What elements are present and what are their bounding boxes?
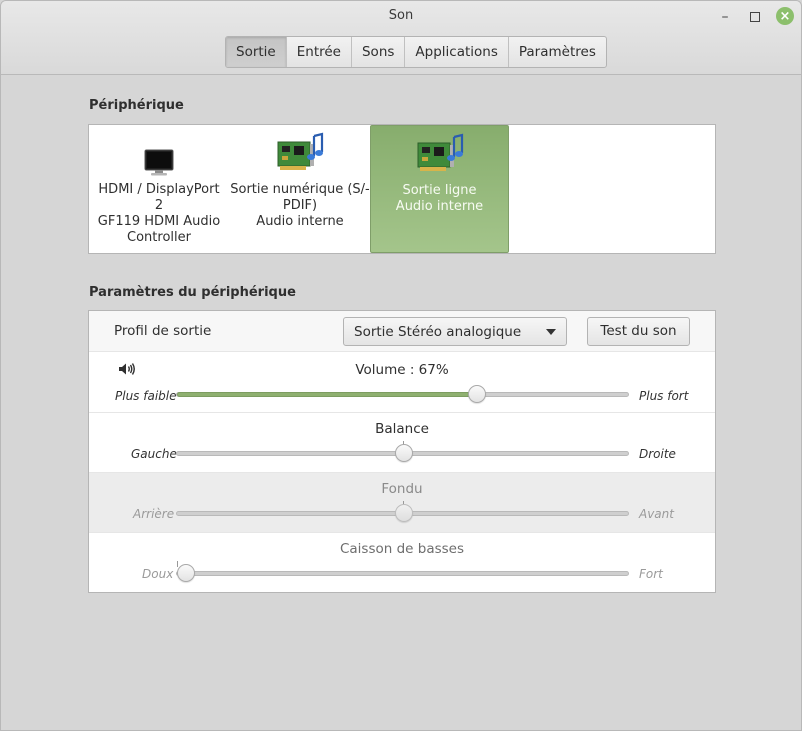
subwoofer-row: Caisson de basses Doux Fort (89, 533, 715, 592)
fade-row: Fondu Arrière Avant (89, 473, 715, 533)
close-icon: × (779, 8, 791, 24)
profile-dropdown[interactable]: Sortie Stéréo analogique (343, 317, 567, 346)
maximize-button[interactable] (744, 7, 766, 27)
fade-slider (176, 501, 629, 522)
titlebar: Son – × Sortie Entrée Sons Applications … (1, 1, 801, 75)
device-line: HDMI / DisplayPort (98, 182, 220, 197)
sound-settings-window: Son – × Sortie Entrée Sons Applications … (0, 0, 802, 731)
volume-min-label: Plus faible (115, 389, 177, 403)
volume-max-label: Plus fort (639, 389, 689, 403)
subwoofer-left-label: Doux (142, 567, 174, 581)
profile-dropdown-value: Sortie Stéréo analogique (354, 324, 522, 340)
device-line: 2 (154, 198, 164, 213)
balance-slider[interactable] (176, 441, 629, 462)
tab-parametres[interactable]: Paramètres (509, 37, 606, 67)
subwoofer-label: Caisson de basses (339, 541, 465, 557)
chevron-down-icon (546, 329, 556, 335)
minimize-icon: – (721, 9, 729, 25)
test-sound-button[interactable]: Test du son (587, 317, 690, 346)
volume-row: Volume : 67% Plus faible Plus fort (89, 352, 715, 413)
window-title: Son (388, 8, 414, 23)
balance-left-label: Gauche (131, 447, 177, 461)
subwoofer-right-label: Fort (639, 567, 663, 581)
close-button[interactable]: × (776, 7, 794, 25)
device-settings-title: Paramètres du périphérique (89, 285, 296, 300)
device-line: Audio interne (395, 199, 484, 214)
tab-applications[interactable]: Applications (405, 37, 509, 67)
device-line: Audio interne (256, 214, 344, 229)
tab-entree[interactable]: Entrée (287, 37, 352, 67)
balance-slider-handle[interactable] (394, 444, 413, 462)
device-spdif[interactable]: Sortie numérique (S/- PDIF) Audio intern… (230, 125, 370, 253)
tab-bar: Sortie Entrée Sons Applications Paramètr… (225, 36, 607, 68)
subwoofer-slider-handle (177, 564, 195, 582)
fade-left-label: Arrière (133, 507, 175, 521)
device-line-out[interactable]: Sortie ligne Audio interne (370, 125, 509, 253)
sound-card-icon (276, 132, 324, 182)
device-list: HDMI / DisplayPort 2 GF119 HDMI Audio Co… (88, 124, 716, 254)
sound-card-icon (416, 133, 464, 183)
balance-row: Balance Gauche Droite (89, 413, 715, 473)
profile-row: Profil de sortie Sortie Stéréo analogiqu… (89, 311, 715, 352)
volume-slider[interactable] (176, 385, 629, 403)
volume-label: Volume : 67% (355, 362, 449, 378)
balance-label: Balance (375, 421, 429, 437)
monitor-icon (143, 148, 175, 182)
volume-slider-handle[interactable] (468, 385, 487, 403)
device-line: Sortie ligne (402, 183, 477, 198)
device-line: Controller (127, 230, 191, 245)
device-line: PDIF) (282, 198, 318, 213)
tab-sons[interactable]: Sons (352, 37, 406, 67)
maximize-icon (750, 12, 760, 22)
minimize-button[interactable]: – (714, 7, 736, 27)
device-hdmi[interactable]: HDMI / DisplayPort 2 GF119 HDMI Audio Co… (90, 125, 228, 253)
device-settings-panel: Profil de sortie Sortie Stéréo analogiqu… (88, 310, 716, 593)
device-line: Sortie numérique (S/- (230, 182, 370, 197)
volume-fill (177, 392, 478, 397)
balance-right-label: Droite (639, 447, 676, 461)
start-mark (177, 561, 178, 567)
fade-slider-handle (394, 504, 413, 522)
fade-label: Fondu (381, 481, 423, 497)
profile-label: Profil de sortie (114, 323, 212, 339)
fade-right-label: Avant (639, 507, 674, 521)
subwoofer-slider (176, 561, 629, 582)
device-line: GF119 HDMI Audio (97, 214, 221, 229)
device-section-title: Périphérique (89, 98, 184, 113)
tab-sortie[interactable]: Sortie (226, 37, 287, 67)
